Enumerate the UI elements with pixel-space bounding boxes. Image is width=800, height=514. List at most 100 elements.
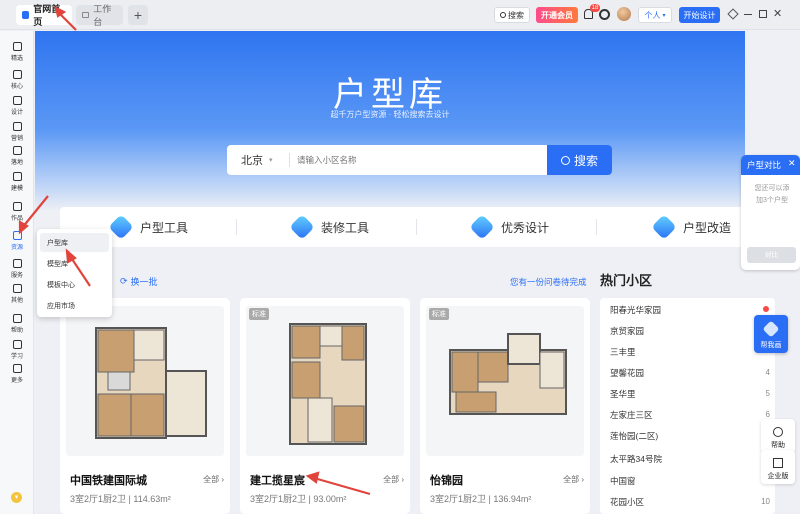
compare-button[interactable]: 对比 <box>747 247 796 263</box>
pin-icon[interactable] <box>727 8 739 20</box>
help-button[interactable]: 帮助 <box>761 419 795 453</box>
sidebar-item-learn[interactable]: 学习 <box>0 337 34 363</box>
gear-icon[interactable] <box>599 9 610 20</box>
tool-remodel[interactable]: 户型改造 <box>651 207 732 247</box>
list-item[interactable]: 望馨花园 4 <box>610 362 770 383</box>
card-more-link[interactable]: 全部 › <box>563 474 584 485</box>
questionnaire-link[interactable]: 您有一份问卷待完成 <box>510 276 587 288</box>
sidebar-item-help[interactable]: 帮助 <box>0 311 34 337</box>
sidebar-item-modeling[interactable]: 建模 <box>0 169 34 195</box>
collapse-icon[interactable]: ▾ <box>11 492 22 503</box>
sidebar-item-featured[interactable]: 精选 <box>0 39 34 65</box>
card-title: 中国铁建国际城 <box>70 475 147 487</box>
list-item[interactable]: 三丰里 <box>610 341 770 362</box>
tool-floorplan[interactable]: 户型工具 <box>108 207 188 247</box>
floorplan-card[interactable]: 标准 怡锦园 全部 › 3室2厅1厨2卫 | 136.94m² <box>420 298 590 514</box>
menu-item-app-market[interactable]: 应用市场 <box>40 296 109 315</box>
community-name: 三丰里 <box>610 346 636 357</box>
sidebar-item-marketing[interactable]: 营销 <box>0 119 34 145</box>
help-icon <box>773 427 783 437</box>
community-search-input[interactable] <box>297 150 527 170</box>
sidebar-item-resources[interactable]: 资源 <box>0 228 34 254</box>
resources-dropdown-menu: 户型库 模型库 模板中心 应用市场 <box>37 229 112 317</box>
menu-item-template-center[interactable]: 模板中心 <box>40 275 109 294</box>
tab-workspace[interactable]: 工作台 <box>76 4 123 27</box>
card-title: 怡锦园 <box>430 475 463 487</box>
avatar[interactable] <box>617 7 631 21</box>
rank-number: 6 <box>765 410 770 419</box>
card-layout: 3室2厅1厨2卫 <box>70 494 127 504</box>
minimize-icon[interactable] <box>744 14 752 16</box>
sidebar-item-label: 营销 <box>10 136 23 142</box>
floorplan-card[interactable]: 标准 建工揽星宸 全部 › 3室2厅1厨2卫 | 93.00m² <box>240 298 410 514</box>
tool-excellent-design[interactable]: 优秀设计 <box>469 207 549 247</box>
list-item[interactable]: 莲怡园(二区)7 <box>610 425 770 446</box>
list-item[interactable]: 中国窗9 <box>610 470 770 491</box>
list-item[interactable]: 阳春光华家园 <box>610 299 770 320</box>
divider <box>289 153 290 167</box>
new-tab-button[interactable]: + <box>128 5 148 25</box>
maximize-icon[interactable] <box>759 10 767 18</box>
community-name: 京贸家园 <box>610 325 645 336</box>
sidebar-item-label: 落地 <box>10 160 23 166</box>
red-dot-badge <box>763 306 769 312</box>
menu-item-model-library[interactable]: 模型库 <box>40 254 109 273</box>
sidebar-item-core[interactable]: 核心 <box>0 67 34 93</box>
sidebar-item-other[interactable]: 其他 <box>0 281 34 307</box>
design-icon <box>12 96 22 105</box>
featured-icon <box>12 42 22 51</box>
card-more-link[interactable]: 全部 › <box>203 474 224 485</box>
tool-renovation[interactable]: 装修工具 <box>289 207 369 247</box>
community-name: 太平路34号院 <box>610 453 662 464</box>
start-design-label: 开始设计 <box>683 10 716 20</box>
community-name: 左家庄三区 <box>610 409 653 420</box>
list-item[interactable]: 花园小区 10 <box>610 491 770 512</box>
tool-label: 户型改造 <box>683 220 732 235</box>
floorplan-image: 标准 <box>426 306 584 456</box>
community-name: 望馨花园 <box>610 367 645 378</box>
sidebar-item-works[interactable]: 作品 <box>0 199 34 225</box>
list-item[interactable]: 太平路34号院8 <box>610 448 770 469</box>
sidebar-item-design[interactable]: 设计 <box>0 93 34 119</box>
hot-communities-list: 阳春光华家园 京贸家园 三丰里 望馨花园 4 圣华里 5 左家庄三区 6 莲怡园(二区… <box>600 298 775 514</box>
close-icon[interactable]: ✕ <box>788 158 796 169</box>
list-item[interactable]: 京贸家园 <box>610 320 770 341</box>
hot-communities-title: 热门小区 <box>600 273 653 288</box>
ai-draw-button[interactable]: 帮我画 <box>754 315 788 353</box>
resources-icon <box>12 231 22 240</box>
refresh-label: 换一批 <box>130 277 158 287</box>
cube-icon <box>12 172 22 181</box>
sidebar-item-label: 设计 <box>10 110 23 116</box>
sidebar-item-service[interactable]: 服务 <box>0 256 34 282</box>
floorplan-card[interactable]: 中国铁建国际城 全部 › 3室2厅1厨2卫 | 114.63m² <box>60 298 230 514</box>
sidebar-item-landing[interactable]: 落地 <box>0 143 34 169</box>
vip-button[interactable]: 开通会员 <box>536 7 578 23</box>
card-more-link[interactable]: 全部 › <box>383 474 404 485</box>
list-item[interactable]: 左家庄三区 6 <box>610 404 770 425</box>
city-select[interactable]: 北京 ▾ <box>241 145 273 175</box>
calendar-icon <box>12 146 22 155</box>
standard-tag: 标准 <box>249 308 269 320</box>
left-sidebar: 精选 核心 设计 营销 落地 建模 作品 资源 服务 其他 帮助 学习 更多 ▾ <box>0 31 34 514</box>
enterprise-button[interactable]: 企业版 <box>761 450 795 484</box>
personal-label: 个人 <box>644 10 661 20</box>
floorplan-drawing <box>95 327 207 439</box>
divider <box>596 219 597 235</box>
refresh-button[interactable]: ⟳ 换一批 <box>120 275 158 288</box>
service-icon <box>12 259 22 268</box>
menu-item-floorplan-library[interactable]: 户型库 <box>40 233 109 252</box>
close-icon[interactable]: ✕ <box>773 7 782 20</box>
personal-dropdown[interactable]: 个人 ▾ <box>638 7 672 23</box>
list-item[interactable]: 圣华里 5 <box>610 383 770 404</box>
tab-home[interactable]: 官网首页 <box>16 4 72 27</box>
start-design-button[interactable]: 开始设计 <box>679 7 720 23</box>
card-title: 建工揽星宸 <box>250 475 305 487</box>
search-button[interactable]: 搜索 <box>494 7 530 23</box>
floorplan-image: 标准 <box>246 306 404 456</box>
search-submit-button[interactable]: 搜索 <box>547 145 612 175</box>
sidebar-item-label: 建模 <box>10 186 23 192</box>
sidebar-item-more[interactable]: 更多 <box>0 361 34 387</box>
community-name: 莲怡园(二区) <box>610 430 659 441</box>
sidebar-item-label: 核心 <box>10 84 23 90</box>
sidebar-item-label: 作品 <box>10 216 23 222</box>
